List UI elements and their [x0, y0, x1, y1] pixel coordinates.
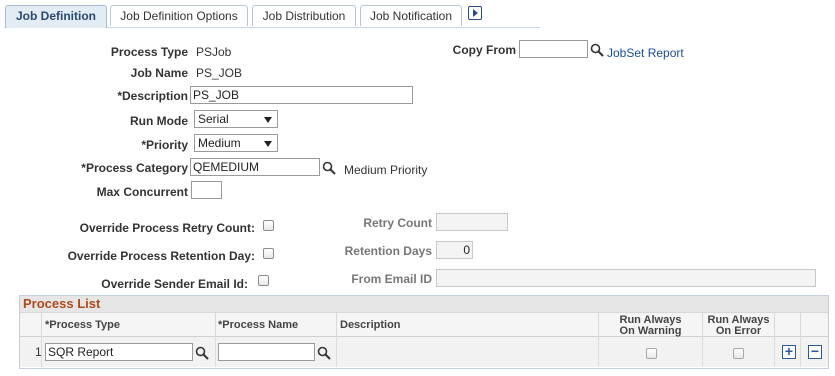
process-category-label: *Process Category [81, 161, 188, 175]
process-type-cell-field[interactable]: SQR Report [45, 343, 193, 361]
delete-column-header [801, 313, 828, 337]
magnifier-icon[interactable] [195, 346, 209, 360]
from-email-field[interactable] [436, 269, 816, 287]
column-header-process-type: *Process Type [42, 313, 216, 337]
priority-label: *Priority [141, 138, 188, 152]
row-number-header [20, 313, 42, 337]
run-on-error-checkbox[interactable] [733, 348, 744, 359]
from-email-label: From Email ID [351, 272, 432, 286]
tab-job-definition-options[interactable]: Job Definition Options [110, 5, 248, 26]
priority-value: Medium [198, 136, 241, 150]
process-list-title: Process List [20, 296, 828, 312]
table-row: 1 SQR Report + − [20, 337, 828, 367]
cell-divider [800, 337, 801, 367]
process-category-field[interactable]: QEMEDIUM [190, 158, 320, 176]
retry-count-field[interactable] [436, 213, 508, 231]
chevron-down-icon [264, 141, 272, 147]
chevron-down-icon [264, 117, 272, 123]
description-field[interactable]: PS_JOB [190, 86, 413, 104]
process-category-description: Medium Priority [344, 163, 428, 177]
row-number: 1 [35, 345, 42, 359]
magnifier-icon[interactable] [590, 43, 604, 57]
retention-days-label: Retention Days [344, 244, 432, 258]
play-arrow-icon[interactable] [468, 6, 482, 20]
override-retention-checkbox[interactable] [263, 248, 274, 259]
max-concurrent-label: Max Concurrent [96, 185, 188, 199]
priority-select[interactable]: Medium [194, 134, 278, 152]
cell-divider [774, 337, 775, 367]
run-mode-select[interactable]: Serial [194, 110, 278, 128]
grid-header: *Process Type *Process Name Description … [20, 312, 828, 337]
job-name-value: PS_JOB [196, 66, 243, 80]
magnifier-icon[interactable] [322, 161, 336, 175]
process-name-cell-field[interactable] [218, 343, 315, 361]
max-concurrent-field[interactable] [191, 181, 222, 199]
tab-job-distribution[interactable]: Job Distribution [252, 5, 356, 26]
tab-job-definition[interactable]: Job Definition [5, 5, 107, 28]
minus-icon[interactable]: − [808, 344, 822, 359]
run-on-warning-checkbox[interactable] [646, 348, 657, 359]
copy-from-label: Copy From [452, 43, 516, 57]
retry-count-label: Retry Count [363, 216, 432, 230]
override-retention-label: Override Process Retention Day: [67, 249, 255, 263]
job-name-label: Job Name [130, 66, 188, 80]
copy-from-field[interactable] [519, 40, 588, 58]
cell-divider [598, 337, 599, 367]
column-header-process-name: *Process Name [216, 313, 337, 337]
magnifier-icon[interactable] [317, 346, 331, 360]
add-column-header [775, 313, 801, 337]
process-list-grid: Process List *Process Type *Process Name… [19, 295, 829, 369]
cell-divider [336, 337, 337, 367]
tab-job-notification[interactable]: Job Notification [360, 5, 462, 26]
override-retry-label: Override Process Retry Count: [79, 221, 255, 235]
retention-days-field[interactable]: 0 [436, 241, 473, 259]
override-retry-checkbox[interactable] [263, 220, 274, 231]
process-type-label: Process Type [110, 45, 188, 59]
override-sender-checkbox[interactable] [258, 275, 269, 286]
process-type-value: PSJob [196, 45, 232, 59]
override-sender-label: Override Sender Email Id: [101, 277, 248, 291]
run-mode-value: Serial [198, 112, 229, 126]
cell-divider [702, 337, 703, 367]
description-label: *Description [117, 89, 188, 103]
jobset-report-link[interactable]: JobSet Report [607, 46, 684, 60]
cell-divider [215, 337, 216, 367]
run-mode-label: Run Mode [130, 114, 188, 128]
plus-icon[interactable]: + [782, 344, 796, 359]
column-header-run-on-error: Run Always On Error [703, 313, 775, 337]
column-header-run-on-warning: Run Always On Warning [599, 313, 703, 337]
column-header-description: Description [337, 313, 599, 337]
